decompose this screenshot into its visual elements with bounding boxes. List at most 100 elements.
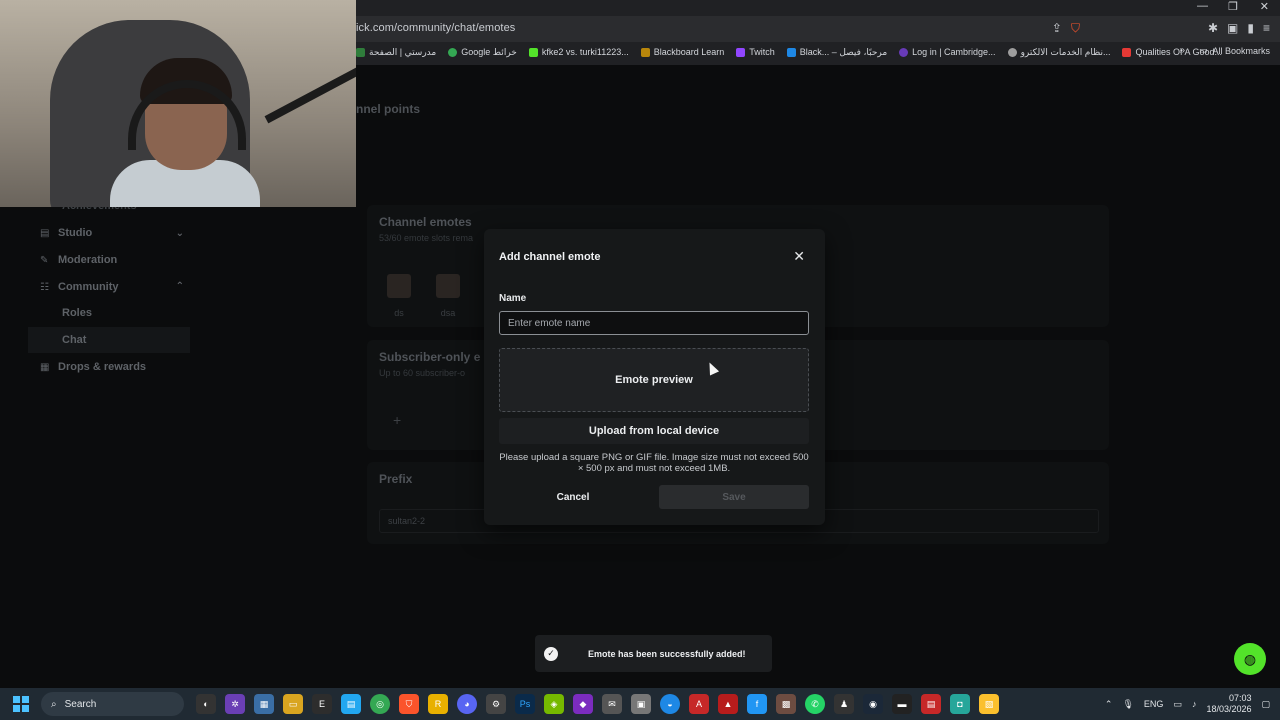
app-icon[interactable]: ◘ [950,694,970,714]
chrome-icon[interactable]: ◎ [370,694,390,714]
brave-shield-icon[interactable]: ⛉ [1071,21,1080,36]
bookmark-item[interactable]: Log in | Cambridge... [899,47,996,57]
emote-tile[interactable]: dsa [433,274,463,318]
sidebar-item-drops[interactable]: ▦ Drops & rewards [28,353,190,380]
toast-message: Emote has been successfully added! [588,648,746,659]
app-icon[interactable]: ▤ [921,694,941,714]
search-icon: ⌕ [51,698,57,710]
edge-icon[interactable]: ◒ [660,694,680,714]
bookmark-item[interactable]: Black... – مرحبًا، فيصل [786,47,887,58]
bookmark-item[interactable]: Blackboard Learn [640,47,724,57]
language-indicator[interactable]: ENG [1144,699,1164,709]
add-subscriber-emote-button[interactable]: + [393,412,401,428]
app-icon[interactable]: E [312,694,332,714]
app-icon[interactable]: ▦ [254,694,274,714]
folder-app-icon[interactable]: ▭ [283,694,303,714]
studio-icon: ▤ [40,228,50,240]
app-icon[interactable]: ♟ [834,694,854,714]
all-bookmarks[interactable]: ▭ All Bookmarks [1199,45,1270,56]
app-icon[interactable]: R [428,694,448,714]
windows-start-icon[interactable] [13,696,29,712]
url-text[interactable]: ick.com/community/chat/emotes [356,22,515,34]
clock[interactable]: 07:03 18/03/2026 [1206,693,1251,715]
notification-icon[interactable]: ▢ [1261,699,1270,710]
menu-icon[interactable]: ≡ [1263,21,1270,36]
photoshop-icon[interactable]: Ps [515,694,535,714]
mail-icon[interactable]: ✉ [602,694,622,714]
app-icon[interactable]: ◆ [573,694,593,714]
windows-taskbar: ⌕ Search ◐ ✲ ▦ ▭ E ▤ ◎ ⛉ R ◕ ⚙ Ps ◈ ◆ ✉ … [0,688,1280,720]
minimize-icon[interactable]: — [1197,0,1208,12]
bookmarks-more-icon[interactable]: » [1179,45,1185,56]
support-chat-icon[interactable]: ◍ [1234,643,1266,675]
close-window-icon[interactable]: ✕ [1260,0,1269,13]
community-icon: ☷ [40,281,49,293]
modal-title: Add channel emote [499,251,601,263]
network-icon[interactable]: ▭ [1173,699,1182,710]
emote-preview-dropzone[interactable]: Emote preview [499,348,809,412]
wallet-icon[interactable]: ▣ [1227,21,1238,36]
close-icon[interactable]: ✕ [793,249,805,263]
sidebar: ▤ Studio ⌄ ✎ Moderation ☷ Community ⌃ Ro… [28,220,190,380]
channel-emotes-title: Channel emotes [379,215,472,229]
bookmark-item[interactable]: kfke2 vs. turki11223... [528,47,629,57]
brave-icon[interactable]: ⛉ [399,694,419,714]
app-icon[interactable]: f [747,694,767,714]
wrench-icon: ✎ [40,255,49,267]
app-icon[interactable]: ⚙ [486,694,506,714]
app-icon[interactable]: ▬ [892,694,912,714]
bookmark-item[interactable]: نظام الخدمات الالكترو... [1007,47,1110,58]
steam-icon[interactable]: ◉ [863,694,883,714]
name-label: Name [499,293,527,304]
emote-preview-label: Emote preview [615,374,693,386]
gift-icon: ▦ [40,361,50,373]
nvidia-icon[interactable]: ◈ [544,694,564,714]
taskbar-apps: ◐ ✲ ▦ ▭ E ▤ ◎ ⛉ R ◕ ⚙ Ps ◈ ◆ ✉ ▣ ◒ A ▲ f… [196,694,999,714]
folder-icon: ▭ [1198,45,1208,55]
check-icon: ✓ [544,646,558,661]
bookmark-item[interactable]: Twitch [736,47,775,57]
sidebar-item-studio[interactable]: ▤ Studio ⌄ [28,220,190,247]
extensions-icon[interactable]: ✱ [1208,21,1218,36]
title-bar: — ❐ ✕ [356,0,1280,14]
volume-icon[interactable]: ♪ [1192,699,1197,709]
chevron-up-icon: ⌃ [175,281,184,293]
app-icon[interactable]: ▧ [979,694,999,714]
emote-thumbnail [436,274,460,298]
emote-tile[interactable]: ds [384,274,414,318]
upload-hint: Please upload a square PNG or GIF file. … [499,452,809,474]
whatsapp-icon[interactable]: ✆ [805,694,825,714]
sidebar-toggle-icon[interactable]: ▮ [1247,21,1254,36]
app-icon[interactable]: ◐ [196,694,216,714]
sidebar-item-moderation[interactable]: ✎ Moderation [28,247,190,274]
app-icon[interactable]: ▤ [341,694,361,714]
upload-button[interactable]: Upload from local device [499,418,809,444]
save-button[interactable]: Save [659,485,809,509]
bookmark-item[interactable]: مدرستي | الصفحة [356,47,436,58]
sidebar-item-roles[interactable]: Roles [28,300,190,327]
share-icon[interactable]: ⇪ [1052,21,1062,36]
bookmark-item[interactable]: Google خرائط [448,47,517,58]
minecraft-icon[interactable]: ▩ [776,694,796,714]
add-emote-modal: Add channel emote ✕ Name Emote preview U… [484,229,825,525]
app-icon[interactable]: ▲ [718,694,738,714]
sidebar-item-chat[interactable]: Chat [28,326,190,354]
app-icon[interactable]: ✲ [225,694,245,714]
taskbar-search[interactable]: ⌕ Search [41,692,184,716]
microphone-icon[interactable]: 🎙 [1122,699,1133,710]
success-toast: ✓ Emote has been successfully added! [535,635,772,672]
system-tray: ⌃ 🎙 ENG ▭ ♪ 07:03 18/03/2026 ▢ [1105,688,1270,720]
address-bar[interactable]: ick.com/community/chat/emotes ⇪ ⛉ ✱ ▣ ▮ … [356,16,1280,42]
tab-channel-points[interactable]: nnel points [356,102,420,116]
emote-name-input[interactable] [499,311,809,335]
app-icon[interactable]: A [689,694,709,714]
sidebar-item-community[interactable]: ☷ Community ⌃ [28,273,190,300]
webcam-overlay [0,0,356,207]
mic-arm-shape [264,64,356,124]
cancel-button[interactable]: Cancel [499,485,647,509]
app-icon[interactable]: ▣ [631,694,651,714]
discord-icon[interactable]: ◕ [457,694,477,714]
restore-icon[interactable]: ❐ [1228,0,1238,13]
chevron-up-icon[interactable]: ⌃ [1105,699,1113,710]
emote-thumbnail [387,274,411,298]
